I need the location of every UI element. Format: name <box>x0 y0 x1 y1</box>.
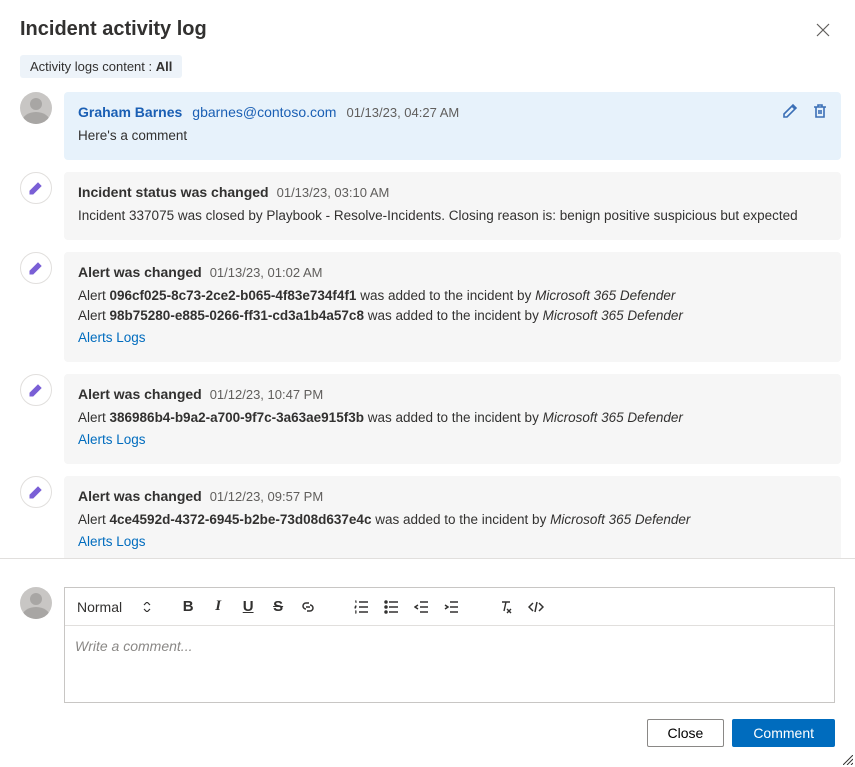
comment-card: Graham Barnes gbarnes@contoso.com 01/13/23… <box>64 92 841 160</box>
unordered-list-icon <box>384 599 400 615</box>
event-badge <box>20 252 52 284</box>
ordered-list-button[interactable] <box>348 593 376 621</box>
format-select-label: Normal <box>77 599 122 615</box>
event-timestamp: 01/13/23, 03:10 AM <box>277 185 390 200</box>
italic-button[interactable]: I <box>204 593 232 621</box>
activity-entry: Graham Barnes gbarnes@contoso.com 01/13/23… <box>20 92 841 160</box>
code-icon <box>528 599 544 615</box>
trash-icon <box>811 102 829 120</box>
panel-footer: Close Comment <box>0 719 855 767</box>
filter-value: All <box>156 59 173 74</box>
alerts-logs-link[interactable]: Alerts Logs <box>78 328 146 348</box>
activity-entry: Alert was changed 01/12/23, 10:47 PM Alert… <box>20 374 841 464</box>
comment-user-name: Graham Barnes <box>78 104 182 120</box>
underline-button[interactable]: U <box>234 593 262 621</box>
event-timestamp: 01/12/23, 10:47 PM <box>210 387 323 402</box>
entry-body: Alert 386986b4-b9a2-a700-9f7c-3a63ae915f… <box>78 408 827 450</box>
alert-line: Alert 4ce4592d-4372-6945-b2be-73d08d637e… <box>78 510 827 530</box>
pencil-icon <box>28 382 44 398</box>
current-user-avatar <box>20 587 52 619</box>
event-badge <box>20 476 52 508</box>
filter-label: Activity logs content : <box>30 59 156 74</box>
activity-scroll[interactable]: Graham Barnes gbarnes@contoso.com 01/13/23… <box>0 92 855 559</box>
clear-format-icon <box>498 599 514 615</box>
alerts-logs-link[interactable]: Alerts Logs <box>78 430 146 450</box>
event-timestamp: 01/13/23, 01:02 AM <box>210 265 323 280</box>
event-title: Alert was changed <box>78 488 202 504</box>
event-card: Incident status was changed 01/13/23, 03:… <box>64 172 841 240</box>
indent-button[interactable] <box>438 593 466 621</box>
alert-line: Alert 096cf025-8c73-2ce2-b065-4f83e734f4… <box>78 286 827 306</box>
activity-log-panel: Incident activity log Activity logs cont… <box>0 0 855 767</box>
activity-entry: Alert was changed 01/13/23, 01:02 AM Alert… <box>20 252 841 362</box>
pencil-icon <box>28 484 44 500</box>
ordered-list-icon <box>354 599 370 615</box>
activity-entry: Incident status was changed 01/13/23, 03:… <box>20 172 841 240</box>
event-badge <box>20 374 52 406</box>
pencil-icon <box>781 102 799 120</box>
comment-textarea[interactable]: Write a comment... <box>65 626 834 702</box>
comment-button[interactable]: Comment <box>732 719 835 747</box>
bold-button[interactable]: B <box>174 593 202 621</box>
event-card: Alert was changed 01/12/23, 09:57 PM Alert… <box>64 476 841 559</box>
activity-list: Graham Barnes gbarnes@contoso.com 01/13/23… <box>20 92 845 559</box>
event-title: Incident status was changed <box>78 184 269 200</box>
comment-timestamp: 01/13/23, 04:27 AM <box>346 105 459 120</box>
edit-comment-button[interactable] <box>781 102 799 123</box>
resize-grip-icon[interactable] <box>843 755 853 765</box>
panel-header: Incident activity log <box>0 0 855 47</box>
comment-editor: Normal B I U S <box>64 587 835 703</box>
alert-line: Alert 98b75280-e885-0266-ff31-cd3a1b4a57… <box>78 306 827 326</box>
updown-icon <box>142 602 152 612</box>
close-button[interactable]: Close <box>647 719 725 747</box>
event-title: Alert was changed <box>78 386 202 402</box>
unordered-list-button[interactable] <box>378 593 406 621</box>
filter-row: Activity logs content : All <box>0 47 855 92</box>
entry-body: Alert 4ce4592d-4372-6945-b2be-73d08d637e… <box>78 510 827 552</box>
event-title: Alert was changed <box>78 264 202 280</box>
indent-icon <box>444 599 460 615</box>
clear-format-button[interactable] <box>492 593 520 621</box>
event-card: Alert was changed 01/12/23, 10:47 PM Alert… <box>64 374 841 464</box>
pencil-icon <box>28 180 44 196</box>
user-avatar <box>20 92 52 124</box>
delete-comment-button[interactable] <box>811 102 829 123</box>
strike-button[interactable]: S <box>264 593 292 621</box>
page-title: Incident activity log <box>20 18 207 41</box>
code-button[interactable] <box>522 593 550 621</box>
pencil-icon <box>28 260 44 276</box>
event-timestamp: 01/12/23, 09:57 PM <box>210 489 323 504</box>
comment-user-email: gbarnes@contoso.com <box>192 104 336 120</box>
outdent-button[interactable] <box>408 593 436 621</box>
outdent-icon <box>414 599 430 615</box>
activity-entry: Alert was changed 01/12/23, 09:57 PM Alert… <box>20 476 841 559</box>
format-select[interactable]: Normal <box>73 599 158 615</box>
event-badge <box>20 172 52 204</box>
alert-line: Alert 386986b4-b9a2-a700-9f7c-3a63ae915f… <box>78 408 827 428</box>
entry-body: Alert 096cf025-8c73-2ce2-b065-4f83e734f4… <box>78 286 827 348</box>
close-icon[interactable] <box>815 22 831 38</box>
entry-body: Incident 337075 was closed by Playbook -… <box>78 206 827 226</box>
editor-toolbar: Normal B I U S <box>65 588 834 626</box>
filter-pill[interactable]: Activity logs content : All <box>20 55 182 78</box>
link-icon <box>300 599 316 615</box>
alerts-logs-link[interactable]: Alerts Logs <box>78 532 146 552</box>
link-button[interactable] <box>294 593 322 621</box>
event-card: Alert was changed 01/13/23, 01:02 AM Alert… <box>64 252 841 362</box>
entry-body: Here's a comment <box>78 126 827 146</box>
comment-composer: Normal B I U S <box>0 559 855 719</box>
